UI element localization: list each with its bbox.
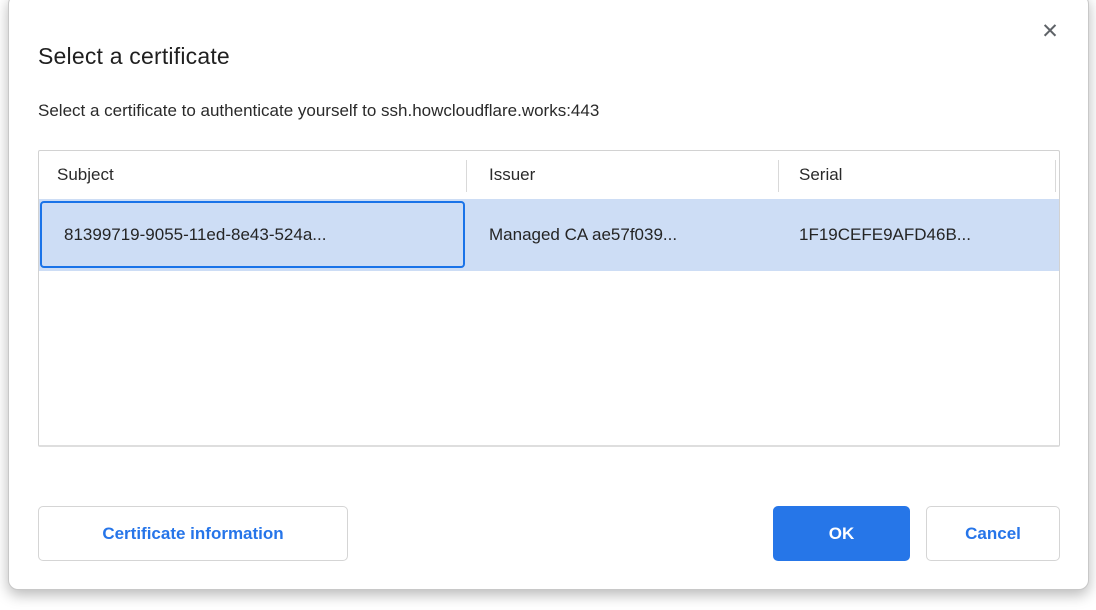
certificate-information-button[interactable]: Certificate information [38,506,348,561]
certificate-select-dialog: ✕ Select a certificate Select a certific… [8,0,1089,590]
certificate-row[interactable]: 81399719-9055-11ed-8e43-524a... Managed … [39,199,1059,271]
ok-button[interactable]: OK [773,506,910,561]
close-icon[interactable]: ✕ [1036,17,1064,45]
column-header-serial: Serial [778,151,1055,199]
column-divider [466,160,467,192]
dialog-title: Select a certificate [38,43,230,70]
column-divider [778,160,779,192]
cancel-button[interactable]: Cancel [926,506,1060,561]
table-header-row: Subject Issuer Serial [39,151,1059,199]
dialog-subtitle: Select a certificate to authenticate you… [38,101,599,121]
cell-issuer: Managed CA ae57f039... [466,225,778,245]
certificate-table: Subject Issuer Serial 81399719-9055-11ed… [38,150,1060,447]
column-header-subject: Subject [39,151,466,199]
cell-serial: 1F19CEFE9AFD46B... [778,225,1055,245]
column-divider [1055,160,1056,192]
cell-subject: 81399719-9055-11ed-8e43-524a... [39,225,466,245]
column-header-issuer: Issuer [466,151,778,199]
